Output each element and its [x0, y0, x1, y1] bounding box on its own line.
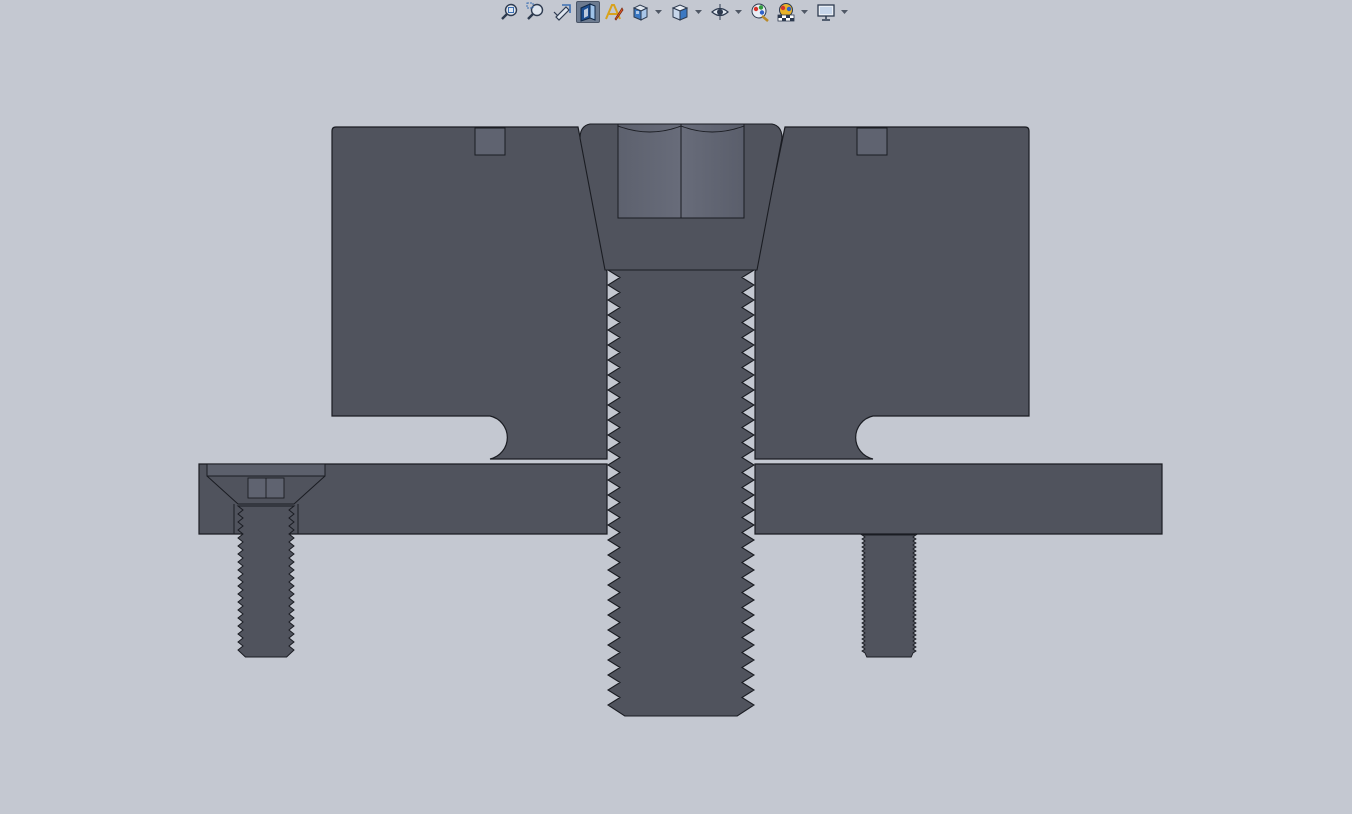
right-threaded-stud[interactable] [860, 534, 918, 658]
model-section-view[interactable] [0, 0, 1352, 814]
central-cap-screw[interactable] [579, 123, 783, 717]
graphics-area[interactable] [0, 0, 1352, 814]
